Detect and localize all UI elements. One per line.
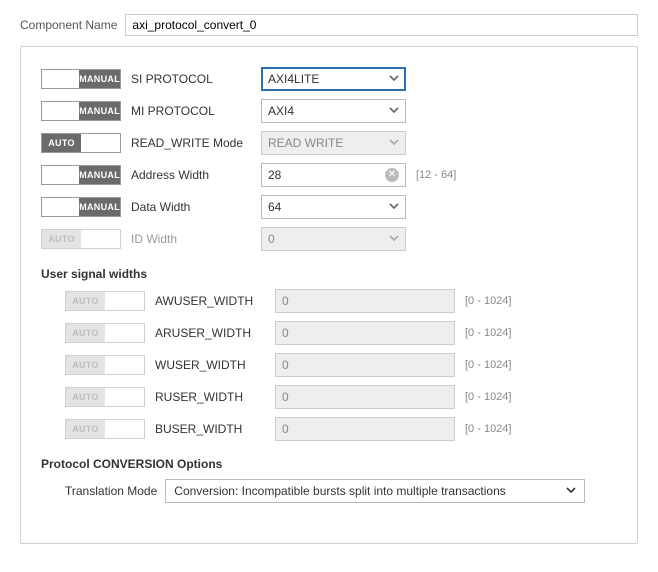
aruser_width-value: 0 [282, 326, 448, 340]
toggle-aruser_width: AUTO [65, 323, 145, 343]
wuser_width-hint: [0 - 1024] [465, 359, 511, 371]
chevron-down-icon [389, 232, 399, 246]
translation-mode-value: Conversion: Incompatible bursts split in… [174, 484, 566, 498]
awuser_width-hint: [0 - 1024] [465, 295, 511, 307]
toggle-wuser_width: AUTO [65, 355, 145, 375]
toggle-label: MANUAL [79, 166, 120, 184]
toggle-label: AUTO [42, 230, 81, 248]
label-wuser_width: WUSER_WIDTH [155, 358, 265, 372]
toggle-label: MANUAL [79, 198, 120, 216]
label-data-width: Data Width [131, 200, 251, 214]
label-si-protocol: SI PROTOCOL [131, 72, 251, 86]
mi-protocol-select[interactable]: AXI4 [261, 99, 406, 123]
data-width-select[interactable]: 64 [261, 195, 406, 219]
ruser_width-value: 0 [282, 390, 448, 404]
chevron-down-icon [389, 136, 399, 150]
clear-icon[interactable]: ✕ [385, 168, 399, 182]
label-id-width: ID Width [131, 232, 251, 246]
awuser_width-value: 0 [282, 294, 448, 308]
label-mi-protocol: MI PROTOCOL [131, 104, 251, 118]
si-protocol-value: AXI4LITE [268, 72, 389, 86]
label-awuser_width: AWUSER_WIDTH [155, 294, 265, 308]
toggle-awuser_width: AUTO [65, 291, 145, 311]
toggle-address-width[interactable]: MANUAL [41, 165, 121, 185]
id-width-value: 0 [268, 232, 389, 246]
toggle-label: AUTO [42, 134, 81, 152]
label-buser_width: BUSER_WIDTH [155, 422, 265, 436]
label-ruser_width: RUSER_WIDTH [155, 390, 265, 404]
si-protocol-select[interactable]: AXI4LITE [261, 67, 406, 91]
section-user-signal-widths: User signal widths [41, 267, 617, 281]
ruser_width-input: 0 [275, 385, 455, 409]
chevron-down-icon [389, 104, 399, 118]
toggle-label: MANUAL [79, 102, 120, 120]
toggle-data-width[interactable]: MANUAL [41, 197, 121, 217]
awuser_width-input: 0 [275, 289, 455, 313]
wuser_width-value: 0 [282, 358, 448, 372]
component-name-input[interactable] [125, 14, 638, 36]
mi-protocol-value: AXI4 [268, 104, 389, 118]
label-rw-mode: READ_WRITE Mode [131, 136, 251, 150]
data-width-value: 64 [268, 200, 389, 214]
toggle-si-protocol[interactable]: MANUAL [41, 69, 121, 89]
aruser_width-input: 0 [275, 321, 455, 345]
toggle-mi-protocol[interactable]: MANUAL [41, 101, 121, 121]
toggle-id-width: AUTO [41, 229, 121, 249]
chevron-down-icon [389, 72, 399, 86]
toggle-label: AUTO [66, 356, 105, 374]
ruser_width-hint: [0 - 1024] [465, 391, 511, 403]
toggle-label: AUTO [66, 420, 105, 438]
section-protocol-conversion: Protocol CONVERSION Options [41, 457, 617, 471]
chevron-down-icon [566, 484, 576, 498]
aruser_width-hint: [0 - 1024] [465, 327, 511, 339]
rw-mode-select: READ WRITE [261, 131, 406, 155]
wuser_width-input: 0 [275, 353, 455, 377]
toggle-label: AUTO [66, 388, 105, 406]
buser_width-input: 0 [275, 417, 455, 441]
address-width-input[interactable]: 28 ✕ [261, 163, 406, 187]
buser_width-hint: [0 - 1024] [465, 423, 511, 435]
rw-mode-value: READ WRITE [268, 136, 389, 150]
config-panel: MANUAL SI PROTOCOL AXI4LITE MANUAL MI PR… [20, 46, 638, 544]
chevron-down-icon [389, 200, 399, 214]
label-aruser_width: ARUSER_WIDTH [155, 326, 265, 340]
address-width-value: 28 [268, 168, 381, 182]
toggle-label: MANUAL [79, 70, 120, 88]
label-address-width: Address Width [131, 168, 251, 182]
toggle-buser_width: AUTO [65, 419, 145, 439]
toggle-label: AUTO [66, 324, 105, 342]
toggle-ruser_width: AUTO [65, 387, 145, 407]
buser_width-value: 0 [282, 422, 448, 436]
address-width-hint: [12 - 64] [416, 169, 456, 181]
translation-mode-select[interactable]: Conversion: Incompatible bursts split in… [165, 479, 585, 503]
id-width-select: 0 [261, 227, 406, 251]
label-translation-mode: Translation Mode [65, 484, 157, 498]
toggle-label: AUTO [66, 292, 105, 310]
toggle-rw-mode[interactable]: AUTO [41, 133, 121, 153]
component-name-label: Component Name [20, 18, 117, 32]
